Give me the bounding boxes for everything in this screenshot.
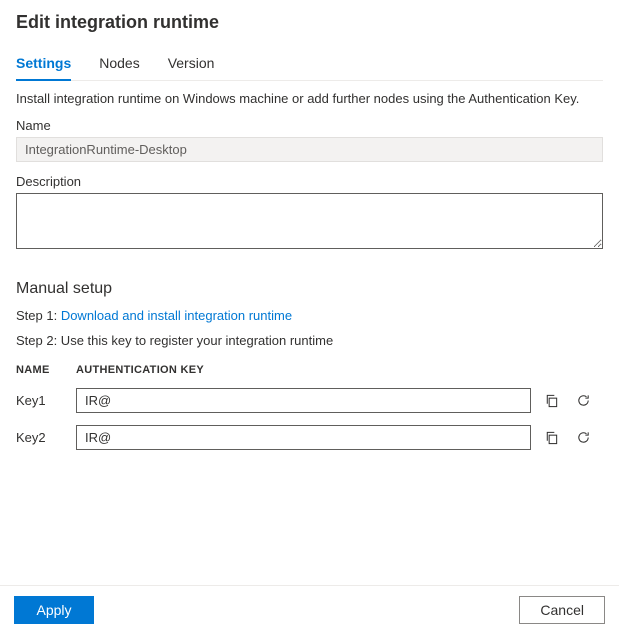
- name-field: Name: [16, 118, 603, 162]
- footer: Apply Cancel: [0, 585, 619, 634]
- tab-bar: Settings Nodes Version: [16, 49, 603, 81]
- step-1-prefix: Step 1:: [16, 308, 61, 323]
- name-input: [16, 137, 603, 162]
- apply-button[interactable]: Apply: [14, 596, 94, 624]
- key-name-cell: Key1: [16, 382, 76, 419]
- description-field: Description: [16, 174, 603, 252]
- manual-setup-heading: Manual setup: [16, 280, 603, 298]
- col-name: NAME: [16, 358, 76, 382]
- table-row: Key2: [16, 419, 603, 456]
- auth-key-input[interactable]: [76, 425, 531, 450]
- download-runtime-link[interactable]: Download and install integration runtime: [61, 308, 292, 323]
- refresh-icon[interactable]: [571, 426, 595, 450]
- edit-integration-runtime-panel: Edit integration runtime Settings Nodes …: [0, 0, 619, 456]
- auth-key-input[interactable]: [76, 388, 531, 413]
- helper-text: Install integration runtime on Windows m…: [16, 91, 603, 106]
- copy-icon[interactable]: [539, 389, 563, 413]
- page-title: Edit integration runtime: [16, 12, 603, 33]
- tab-settings[interactable]: Settings: [16, 49, 71, 81]
- key-name-cell: Key2: [16, 419, 76, 456]
- step-2: Step 2: Use this key to register your in…: [16, 333, 603, 348]
- tab-nodes[interactable]: Nodes: [99, 49, 139, 81]
- auth-key-table: NAME AUTHENTICATION KEY Key1: [16, 358, 603, 456]
- refresh-icon[interactable]: [571, 389, 595, 413]
- tab-version[interactable]: Version: [168, 49, 215, 81]
- copy-icon[interactable]: [539, 426, 563, 450]
- col-auth-key: AUTHENTICATION KEY: [76, 358, 539, 382]
- name-label: Name: [16, 118, 603, 133]
- description-label: Description: [16, 174, 603, 189]
- cancel-button[interactable]: Cancel: [519, 596, 605, 624]
- description-textarea[interactable]: [16, 193, 603, 249]
- step-1: Step 1: Download and install integration…: [16, 308, 603, 323]
- table-row: Key1: [16, 382, 603, 419]
